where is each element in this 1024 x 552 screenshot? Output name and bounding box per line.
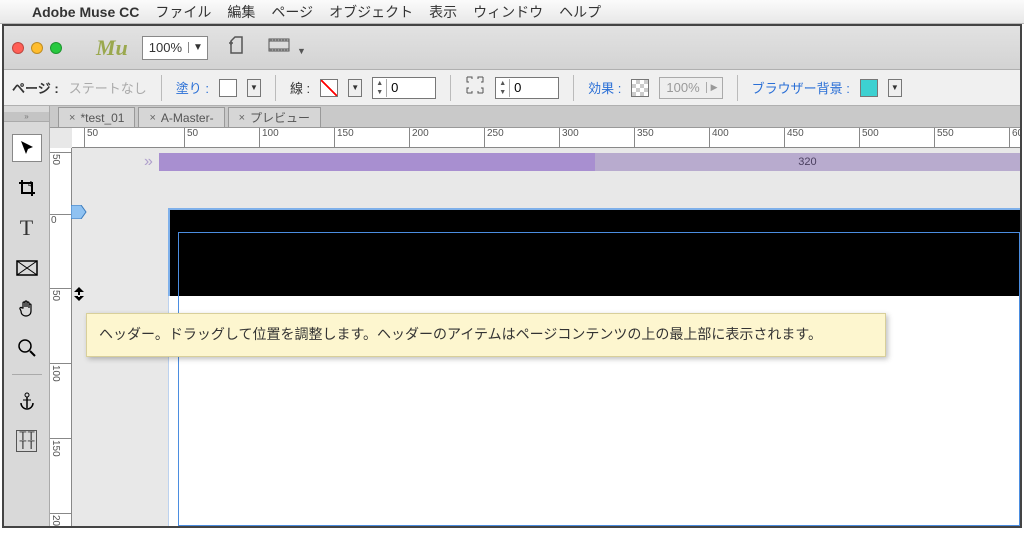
new-page-icon[interactable] (222, 35, 250, 60)
workspace: » 4 T T TT T (4, 106, 1020, 526)
menu-help[interactable]: ヘルプ (559, 2, 601, 22)
ruler-tick: 50 (84, 128, 98, 147)
tab-label: A-Master- (161, 111, 214, 125)
filmstrip-icon[interactable]: ▼ (264, 36, 310, 59)
browser-bg-label: ブラウザー背景 : (752, 78, 850, 97)
tab-amaster[interactable]: × A-Master- (138, 107, 224, 127)
ruler-horizontal[interactable]: 50 50 100 150 200 250 300 350 400 450 50… (72, 128, 1020, 148)
chevron-down-icon: ▼ (188, 42, 203, 53)
ruler-tick: 100 (259, 128, 279, 147)
control-bar: ページ : ステートなし 塗り : ▼ 線 : ▼ ▲▼ ▲▼ 効果 : 100… (4, 70, 1020, 106)
tab-label: プレビュー (250, 109, 310, 126)
corner-radius-field[interactable]: ▲▼ (495, 77, 559, 99)
fill-dropdown[interactable]: ▼ (247, 79, 261, 97)
menu-page[interactable]: ページ (271, 2, 313, 22)
document-area: × *test_01 × A-Master- × プレビュー 50 50 100… (50, 106, 1020, 526)
breakpoint-segment[interactable]: 320 (595, 153, 1020, 171)
canvas[interactable]: » 320 ヘッダー。ドラッグして位置を調 (72, 148, 1020, 526)
header-tooltip: ヘッダー。ドラッグして位置を調整します。ヘッダーのアイテムはページコンテンツの上… (86, 313, 886, 357)
ruler-tick: 500 (859, 128, 879, 147)
hand-tool[interactable] (12, 294, 42, 322)
crop-tool[interactable]: 4 (12, 174, 42, 202)
fill-swatch[interactable] (219, 79, 237, 97)
breakpoint-bar[interactable]: » 320 (138, 152, 1020, 172)
close-icon[interactable] (12, 42, 24, 54)
tooltip-text: ヘッダー。ドラッグして位置を調整します。ヘッダーのアイテムはページコンテンツの上… (99, 326, 822, 342)
tab-preview[interactable]: × プレビュー (228, 107, 321, 127)
ruler-tick: 600 (1009, 128, 1020, 147)
minimize-icon[interactable] (31, 42, 43, 54)
browser-bg-dropdown[interactable]: ▼ (888, 79, 902, 97)
menu-view[interactable]: 表示 (429, 2, 457, 22)
selection-tool[interactable] (12, 134, 42, 162)
palette-grip[interactable]: » (4, 112, 49, 122)
zoom-value: 100% (149, 40, 182, 55)
text-variants-tool[interactable]: T TT T (12, 427, 42, 455)
document-tabs: × *test_01 × A-Master- × プレビュー (50, 106, 1020, 128)
tab-test01[interactable]: × *test_01 (58, 107, 135, 127)
ruler-tick: 550 (934, 128, 954, 147)
ruler-tick: 300 (559, 128, 579, 147)
ruler-tick: 350 (634, 128, 654, 147)
effects-swatch[interactable] (631, 79, 649, 97)
ruler-tick: 50 (50, 152, 71, 167)
window-controls (12, 42, 62, 54)
guide-handle-top[interactable] (71, 205, 85, 219)
ruler-tick: 200 (50, 513, 71, 526)
fill-label: 塗り : (176, 78, 209, 97)
stroke-weight-field[interactable]: ▲▼ (372, 77, 436, 99)
chevron-down-icon: ▼ (297, 46, 306, 56)
zoom-icon[interactable] (50, 42, 62, 54)
stroke-dropdown[interactable]: ▼ (348, 79, 362, 97)
corner-radius-input[interactable] (510, 80, 558, 95)
text-tool[interactable]: T (12, 214, 42, 242)
menu-edit[interactable]: 編集 (227, 2, 255, 22)
stroke-label: 線 : (290, 78, 310, 97)
ruler-tick: 200 (409, 128, 429, 147)
chevron-right-icon[interactable]: » (138, 153, 159, 171)
ruler-tick: 250 (484, 128, 504, 147)
ruler-tick: 50 (184, 128, 198, 147)
ruler-tick: 450 (784, 128, 804, 147)
ruler-tick: 0 (50, 214, 71, 225)
ruler-tick: 150 (334, 128, 354, 147)
breakpoint-segment-active[interactable] (159, 153, 595, 171)
mac-menubar: Adobe Muse CC ファイル 編集 ページ オブジェクト 表示 ウィンド… (0, 0, 1024, 24)
zoom-tool[interactable] (12, 334, 42, 362)
close-icon[interactable]: × (69, 112, 75, 124)
menu-window[interactable]: ウィンドウ (473, 2, 543, 22)
page-header-region[interactable] (168, 208, 1020, 296)
ruler-tick: 150 (50, 438, 71, 459)
browser-bg-swatch[interactable] (860, 79, 878, 97)
app-titlebar: Mu 100% ▼ ▼ (4, 26, 1020, 70)
tab-label: *test_01 (80, 111, 124, 125)
menu-file[interactable]: ファイル (155, 2, 211, 22)
ruler-tick: 50 (50, 288, 71, 303)
muse-logo: Mu (96, 35, 128, 61)
ruler-tick: 400 (709, 128, 729, 147)
corner-icon[interactable] (465, 75, 485, 100)
guide-handle-header[interactable] (71, 286, 85, 300)
svg-text:4: 4 (28, 180, 33, 189)
tool-palette: » 4 T T TT T (4, 106, 50, 526)
ruler-tick: 100 (50, 363, 71, 384)
ruler-vertical[interactable]: 50 0 50 100 150 200 (50, 148, 72, 526)
page-label: ページ : (12, 78, 59, 97)
app-frame: Mu 100% ▼ ▼ ページ : ステートなし 塗り : ▼ 線 : ▼ ▲▼ (2, 24, 1022, 528)
effects-label: 効果 : (588, 78, 621, 97)
breakpoint-value: 320 (798, 156, 816, 168)
menu-object[interactable]: オブジェクト (329, 2, 413, 22)
rectangle-tool[interactable] (12, 254, 42, 282)
close-icon[interactable]: × (149, 112, 155, 124)
zoom-select[interactable]: 100% ▼ (142, 36, 208, 60)
anchor-tool[interactable] (12, 387, 42, 415)
stroke-weight-input[interactable] (387, 80, 435, 95)
opacity-caret-icon: ▶ (706, 82, 722, 93)
stroke-swatch[interactable] (320, 79, 338, 97)
close-icon[interactable]: × (239, 112, 245, 124)
opacity-field: 100% ▶ (659, 77, 722, 99)
app-name[interactable]: Adobe Muse CC (32, 4, 139, 20)
page-state: ステートなし (69, 78, 147, 97)
opacity-value: 100% (660, 80, 705, 95)
